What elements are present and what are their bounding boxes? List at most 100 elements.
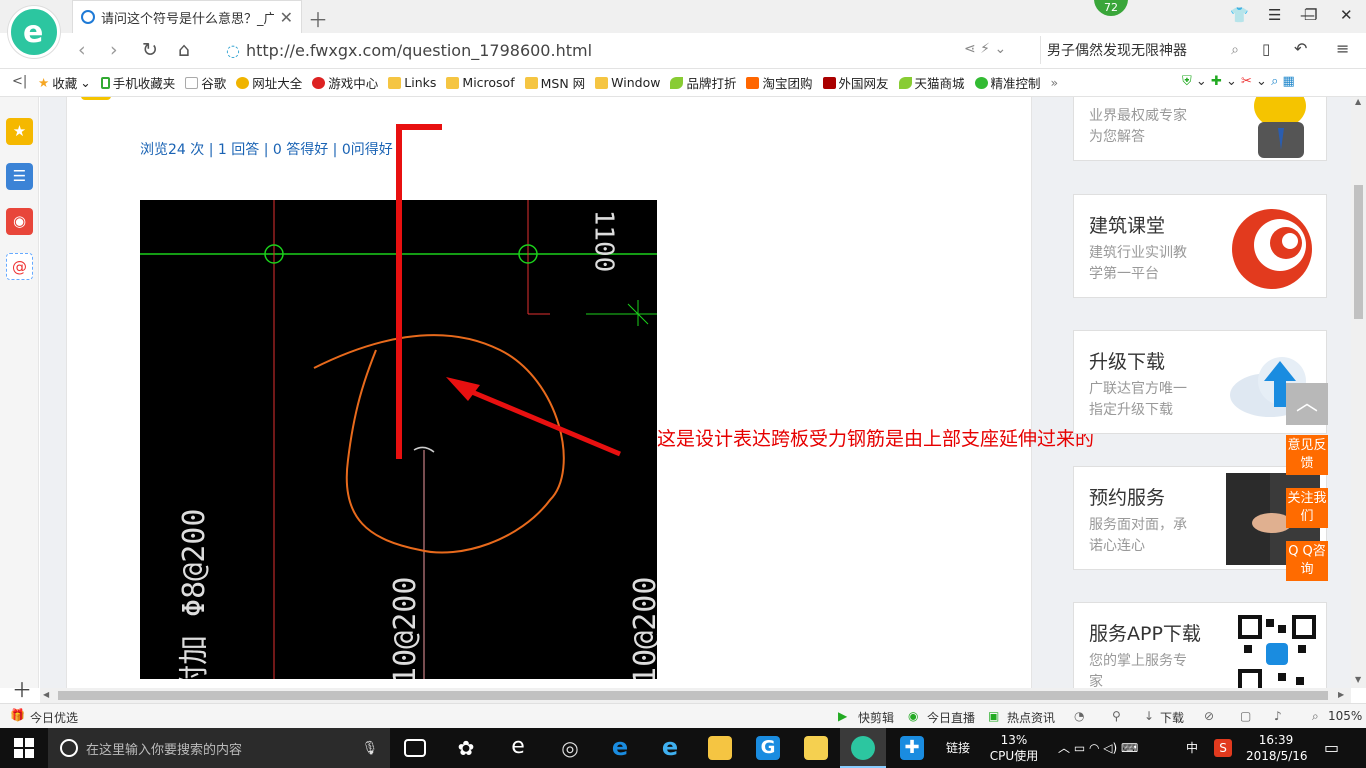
home-icon[interactable]: ⌂ xyxy=(178,39,190,61)
bookmark-item[interactable]: 游戏中心 xyxy=(312,73,378,92)
scroll-up-icon[interactable]: ▲ xyxy=(1355,97,1361,106)
vertical-scroll-thumb[interactable] xyxy=(1354,185,1363,319)
pin-icon[interactable]: ⚲ xyxy=(1112,709,1121,723)
sogou-icon[interactable]: S xyxy=(1214,739,1232,757)
notes-app-icon[interactable] xyxy=(804,736,828,760)
today-picks-link[interactable]: 今日优选 xyxy=(30,709,78,726)
add-sidebar-icon[interactable]: ＋ xyxy=(12,674,32,703)
sound-icon[interactable]: ♪ xyxy=(1274,709,1282,723)
ie-blue-icon[interactable]: e xyxy=(658,735,682,760)
bookmark-item[interactable]: 淘宝团购 xyxy=(746,73,813,92)
back-icon[interactable]: ‹ xyxy=(78,39,86,61)
notification-badge[interactable]: 72 xyxy=(1094,0,1128,16)
horizontal-scroll-thumb[interactable] xyxy=(58,691,1328,700)
live-link[interactable]: 今日直播 xyxy=(927,709,975,726)
bookmark-item[interactable]: Microsof xyxy=(446,75,515,90)
bookmark-item[interactable]: 精准控制 xyxy=(974,73,1041,92)
url-text: http://e.fwxgx.com/question_1798600.html xyxy=(245,41,593,60)
search-icon[interactable]: ⌕ xyxy=(1231,42,1239,58)
g-app-icon[interactable]: G xyxy=(756,736,780,760)
new-tab-button[interactable]: ＋ xyxy=(308,4,328,33)
undo-icon[interactable]: ↶ xyxy=(1294,39,1307,58)
leaf-icon xyxy=(898,76,912,89)
file-explorer-icon[interactable] xyxy=(708,736,732,760)
maximize-button[interactable]: ❐ xyxy=(1304,6,1317,24)
clean-icon[interactable]: ⊘ xyxy=(1204,709,1214,723)
game-icon xyxy=(312,76,326,89)
ie-icon[interactable]: e xyxy=(506,736,530,760)
phone-icon[interactable]: ▯ xyxy=(1262,40,1270,58)
swirl-app-icon[interactable]: ◎ xyxy=(558,736,582,760)
favorites-star-icon[interactable]: ★ xyxy=(6,118,33,145)
reading-list-icon[interactable]: ☰ xyxy=(6,163,33,190)
refresh-icon[interactable]: ↻ xyxy=(142,39,158,61)
tray-icons[interactable]: ︿ ▭ ◠ ◁) ⌨ xyxy=(1058,740,1138,756)
quick-edit-link[interactable]: 快剪辑 xyxy=(858,709,894,726)
more-menu-icon[interactable]: ≡ xyxy=(1336,39,1349,58)
bookmark-item[interactable]: MSN 网 xyxy=(524,73,585,92)
app-download-card[interactable]: 服务APP下载 您的掌上服务专家 xyxy=(1073,602,1327,688)
news-link[interactable]: 热点资讯 xyxy=(1007,709,1055,726)
windows-start-icon[interactable] xyxy=(14,738,34,758)
zoom-level[interactable]: 105% xyxy=(1328,709,1362,723)
feedback-button[interactable]: 意见反馈 xyxy=(1286,435,1328,475)
url-field[interactable]: ◌ http://e.fwxgx.com/question_1798600.ht… xyxy=(226,37,1086,64)
menu-icon[interactable]: ☰ xyxy=(1268,6,1281,24)
speed-icon[interactable]: ◔ xyxy=(1074,709,1084,723)
task-view-icon[interactable] xyxy=(404,739,426,757)
vertical-scrollbar[interactable]: ▲ ▼ xyxy=(1351,97,1366,688)
taskbar-search-placeholder: 在这里输入你要搜索的内容 xyxy=(86,742,243,758)
follow-us-button[interactable]: 关注我们 xyxy=(1286,488,1328,528)
cpu-meter[interactable]: 13% CPU使用 xyxy=(982,732,1046,764)
taskbar-search[interactable]: 在这里输入你要搜索的内容 🎙 xyxy=(48,728,390,768)
question-stats[interactable]: 浏览24 次 | 1 回答 | 0 答得好 | 0问得好 xyxy=(140,139,393,159)
scroll-down-icon[interactable]: ▼ xyxy=(1355,675,1361,684)
browser-tab[interactable]: 请问这个符号是什么意思？_广联 ✕ xyxy=(72,0,302,33)
secure-icon: ◌ xyxy=(226,41,240,60)
shirt-icon[interactable]: 👕 xyxy=(1230,6,1249,24)
weibo-icon[interactable]: ◉ xyxy=(6,208,33,235)
zoom-icon: ⌕ xyxy=(1312,709,1319,723)
links-toolbar[interactable]: 链接 xyxy=(946,740,970,756)
bookmarks-bar: <| ★ 收藏 ⌄ 手机收藏夹 谷歌 网址大全 游戏中心 Links Micros… xyxy=(0,69,1366,97)
plus-app-icon[interactable]: ✚ xyxy=(900,736,924,760)
close-window-button[interactable]: ✕ xyxy=(1340,6,1353,24)
rebar-label-middle: Φ10@200 xyxy=(388,576,423,679)
folder-icon xyxy=(524,76,538,89)
folder-icon xyxy=(388,76,402,89)
bookmark-item[interactable]: Window xyxy=(595,75,660,90)
extension-icons[interactable]: ⛨ ⌄ ✚ ⌄ ✂ ⌄ ⌕ ▦ xyxy=(1182,74,1295,89)
browser-logo[interactable]: e xyxy=(8,6,60,58)
active-browser-task[interactable] xyxy=(840,728,886,768)
expert-card[interactable]: 业界最权威专家为您解答 xyxy=(1073,97,1327,161)
notification-center-icon[interactable]: ▭ xyxy=(1324,738,1339,757)
fan-app-icon[interactable]: ✿ xyxy=(454,736,478,760)
mail-icon[interactable]: @ xyxy=(6,253,33,280)
share-icon[interactable]: ⋖ ⚡ ⌄ xyxy=(964,41,1006,57)
bookmark-item[interactable]: 网址大全 xyxy=(236,73,302,92)
bookmark-item[interactable]: Links xyxy=(388,75,436,90)
forward-icon[interactable]: › xyxy=(110,39,118,61)
bookmark-item[interactable]: 外国网友 xyxy=(822,73,889,92)
edge-icon[interactable]: e xyxy=(608,735,632,760)
ime-indicator[interactable]: 中 xyxy=(1186,740,1198,756)
course-card[interactable]: 建筑课堂 建筑行业实训教学第一平台 xyxy=(1073,194,1327,298)
bookmark-item[interactable]: 品牌打折 xyxy=(670,73,736,92)
scroll-left-icon[interactable]: ◀ xyxy=(43,690,49,699)
download-link[interactable]: 下载 xyxy=(1160,709,1184,726)
horizontal-scrollbar[interactable]: ◀ ▶ xyxy=(40,688,1351,703)
window-icon[interactable]: ▢ xyxy=(1240,709,1251,723)
bookmark-item[interactable]: ★ 收藏 ⌄ xyxy=(38,73,91,92)
close-tab-icon[interactable]: ✕ xyxy=(280,8,293,27)
more-bookmarks-icon[interactable]: » xyxy=(1051,75,1059,90)
bookmark-item[interactable]: 谷歌 xyxy=(185,73,226,92)
search-box[interactable]: 男子偶然发现无限神器 ⌕ xyxy=(1040,36,1245,64)
qq-consult-button[interactable]: Q Q咨询 xyxy=(1286,541,1328,581)
bookmark-item[interactable]: 手机收藏夹 xyxy=(100,73,175,92)
bookmark-item[interactable]: 天猫商城 xyxy=(898,73,965,92)
scroll-right-icon[interactable]: ▶ xyxy=(1338,690,1344,699)
collapse-sidebar-icon[interactable]: <| xyxy=(12,74,27,89)
back-to-top-button[interactable]: ︿ xyxy=(1286,383,1328,425)
microphone-icon[interactable]: 🎙 xyxy=(361,741,378,756)
clock[interactable]: 16:39 2018/5/16 xyxy=(1246,732,1308,764)
